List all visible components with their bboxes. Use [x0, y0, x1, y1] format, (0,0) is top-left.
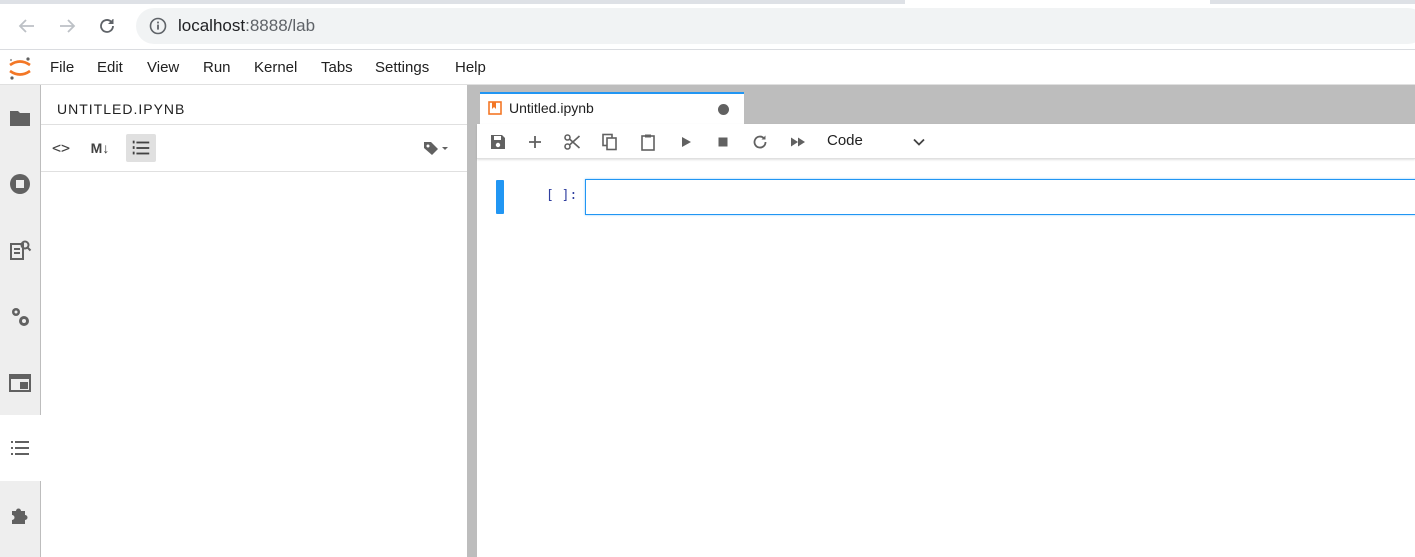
running-icon: [10, 174, 30, 194]
panel-splitter[interactable]: [467, 85, 477, 557]
notebook-toolbar: Code: [477, 124, 1415, 159]
address-bar[interactable]: localhost:8888/lab: [136, 8, 1415, 44]
chevron-down-icon[interactable]: [911, 134, 927, 150]
property-inspector-tab[interactable]: [7, 237, 33, 263]
panel-divider: [41, 124, 467, 125]
notebook-tab-label: Untitled.ipynb: [509, 100, 594, 116]
panel-title: UNTITLED.IPYNB: [57, 101, 186, 117]
settings-tab[interactable]: [7, 304, 33, 330]
back-button[interactable]: [13, 12, 41, 40]
main-dock-area: Untitled.ipynb Code []:: [477, 85, 1415, 557]
menu-file[interactable]: File: [50, 59, 74, 76]
browser-tabstrip: [0, 0, 1415, 4]
markdown-icon: M↓: [90, 140, 110, 156]
cell-input-prompt: [ ]:: [546, 188, 578, 203]
menu-edit[interactable]: Edit: [97, 59, 123, 76]
stop-icon: [718, 137, 728, 147]
jupyter-logo-icon: [9, 57, 31, 80]
toc-show-code-button[interactable]: <>: [46, 134, 76, 162]
tag-icon: [424, 142, 448, 155]
copy-cell-button[interactable]: [598, 130, 622, 154]
forward-button[interactable]: [53, 12, 81, 40]
browser-toolbar: localhost:8888/lab: [0, 0, 1415, 50]
reload-icon: [100, 19, 114, 33]
panel-divider-2: [41, 171, 467, 172]
toc-numbering-button[interactable]: [126, 134, 156, 162]
toc-list-icon: [11, 441, 29, 455]
reload-button[interactable]: [93, 12, 121, 40]
toc-tags-dropdown[interactable]: [419, 134, 453, 162]
file-browser-tab[interactable]: [7, 105, 33, 131]
extension-manager-tab[interactable]: [7, 502, 33, 528]
url-host: localhost: [178, 16, 246, 35]
cell-collapser[interactable]: [496, 180, 504, 214]
restart-icon: [753, 135, 767, 149]
tabs-icon: [9, 374, 31, 392]
extension-puzzle-icon: [12, 508, 28, 524]
table-of-contents-panel: UNTITLED.IPYNB <> M↓: [41, 85, 467, 557]
document-tabbar: Untitled.ipynb: [477, 85, 1415, 124]
open-tabs-tab[interactable]: [7, 370, 33, 396]
code-cell-editor[interactable]: [585, 179, 1415, 215]
unsaved-indicator-icon[interactable]: [718, 104, 729, 115]
insert-cell-button[interactable]: [523, 130, 547, 154]
folder-icon: [10, 111, 30, 126]
paste-icon: [641, 134, 655, 151]
play-icon: [682, 137, 691, 147]
arrow-right-icon: [60, 19, 76, 33]
restart-run-all-button[interactable]: [786, 130, 810, 154]
restart-kernel-button[interactable]: [748, 130, 772, 154]
menu-tabs[interactable]: Tabs: [321, 59, 353, 76]
browser-active-tab-edge: [905, 0, 1210, 4]
paste-cell-button[interactable]: [636, 130, 660, 154]
cell-type-dropdown[interactable]: Code: [827, 132, 863, 149]
settings-gear-icon: [12, 308, 29, 326]
arrow-left-icon: [18, 19, 34, 33]
save-icon: [491, 135, 505, 149]
fast-forward-icon: [791, 137, 805, 147]
notebook-icon: [488, 101, 502, 115]
numbered-list-icon: [132, 140, 150, 155]
url-path: :8888/lab: [245, 16, 316, 35]
menu-settings[interactable]: Settings: [375, 59, 429, 76]
info-icon[interactable]: [148, 16, 168, 36]
table-of-contents-tab[interactable]: [7, 435, 33, 461]
menu-help[interactable]: Help: [455, 59, 486, 76]
property-inspector-icon: [10, 240, 32, 260]
interrupt-kernel-button[interactable]: [711, 130, 735, 154]
menu-view[interactable]: View: [147, 59, 179, 76]
menu-run[interactable]: Run: [203, 59, 231, 76]
menu-kernel[interactable]: Kernel: [254, 59, 297, 76]
run-cell-button[interactable]: [674, 130, 698, 154]
plus-icon: [529, 136, 541, 148]
save-button[interactable]: [486, 130, 510, 154]
cut-cell-button[interactable]: [560, 130, 584, 154]
notebook-tab[interactable]: Untitled.ipynb: [480, 92, 744, 124]
copy-icon: [602, 133, 617, 151]
left-activity-bar: [0, 85, 41, 557]
address-url: localhost:8888/lab: [178, 16, 315, 36]
scissors-icon: [564, 134, 581, 150]
toc-show-markdown-button[interactable]: M↓: [85, 134, 115, 162]
jupyter-menubar: File Edit View Run Kernel Tabs Settings …: [0, 50, 1415, 85]
running-sessions-tab[interactable]: [7, 171, 33, 197]
code-icon: <>: [51, 139, 71, 157]
